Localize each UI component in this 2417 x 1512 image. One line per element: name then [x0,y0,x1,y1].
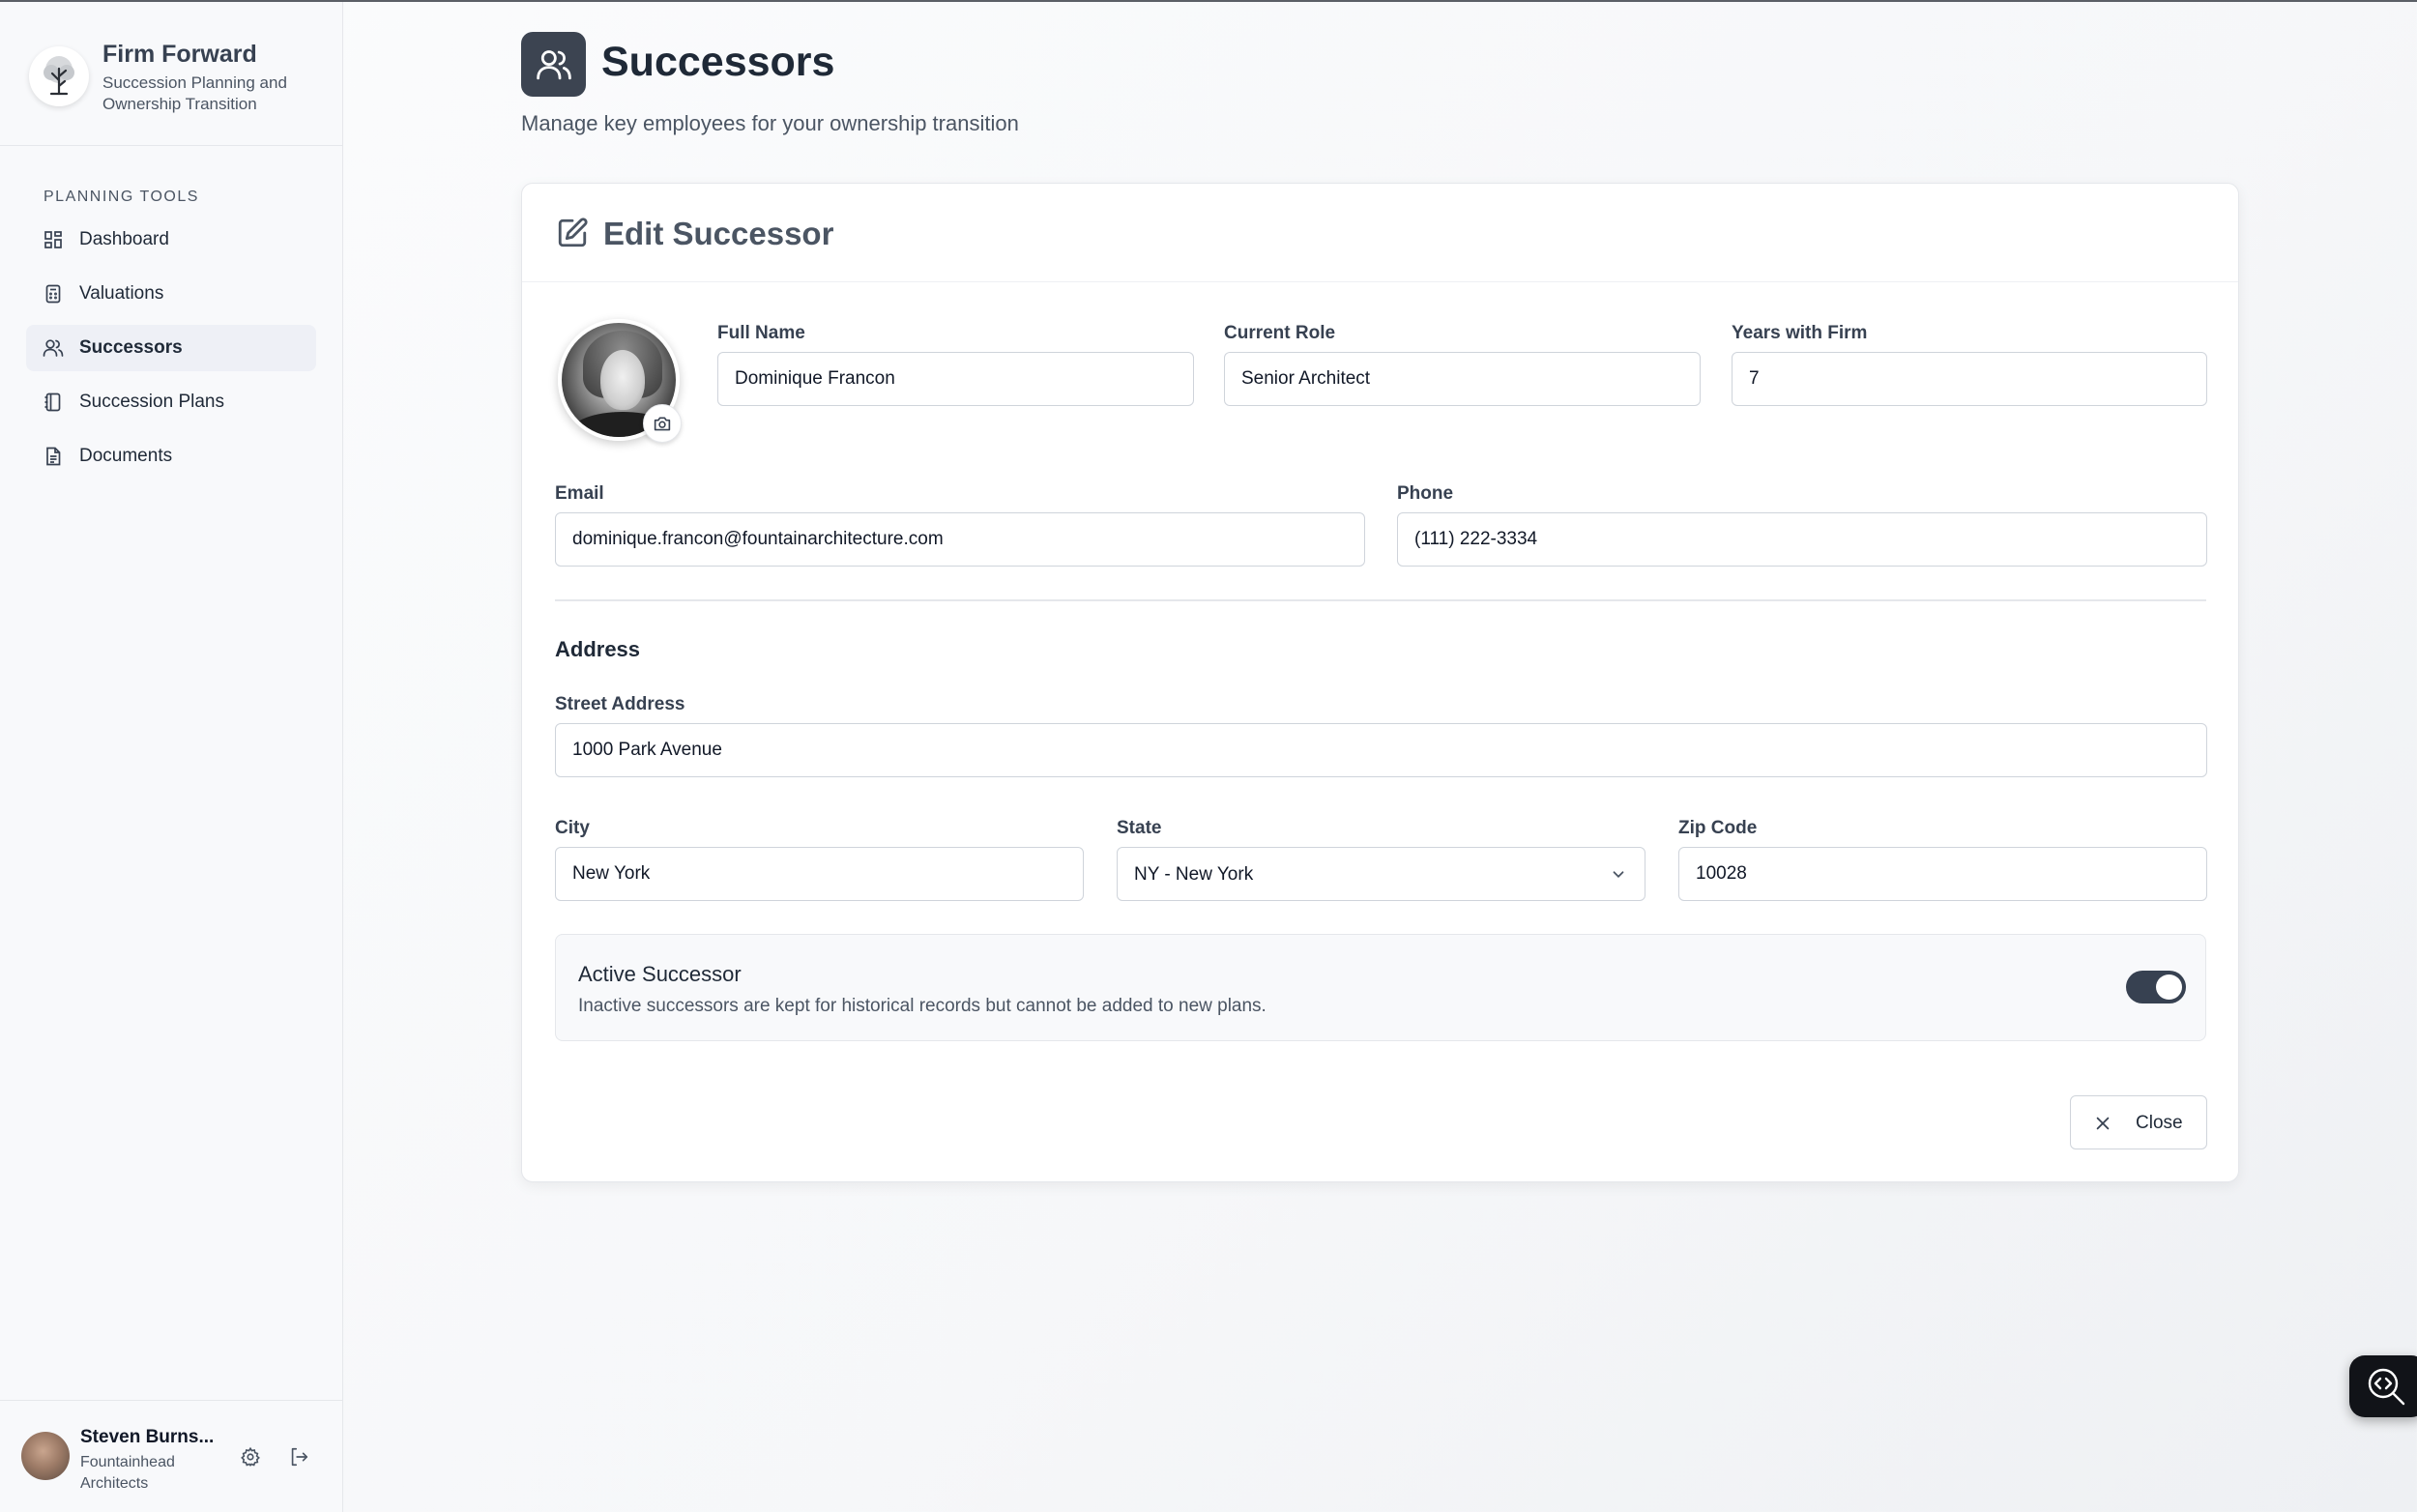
sidebar-item-documents[interactable]: Documents [26,433,316,480]
active-successor-toggle[interactable] [2126,971,2186,1003]
gear-icon[interactable] [238,1444,263,1469]
card-header: Edit Successor [522,184,2238,282]
active-successor-panel: Active Successor Inactive successors are… [555,934,2206,1041]
section-divider [555,599,2206,601]
toggle-knob [2156,974,2182,1000]
window-top-border [0,0,2417,2]
brand: Firm Forward Succession Planning and Own… [29,41,329,118]
street-address-label: Street Address [555,694,685,714]
address-section-title: Address [555,637,641,661]
active-successor-description: Inactive successors are kept for histori… [578,996,1267,1016]
state-label: State [1117,818,1162,838]
user-org: Fountainhead Architects [80,1454,175,1492]
city-label: City [555,818,590,838]
state-select[interactable]: NY - New York [1117,847,1645,901]
card-title: Edit Successor [603,216,834,251]
sidebar-item-label: Valuations [79,283,164,304]
page-title: Successors [601,39,835,85]
active-successor-title: Active Successor [578,962,742,986]
sidebar-item-succession-plans[interactable]: Succession Plans [26,379,316,425]
calculator-icon [43,283,64,305]
years-with-firm-label: Years with Firm [1732,323,1868,343]
years-with-firm-input[interactable] [1732,352,2207,406]
sidebar-item-label: Dashboard [79,229,169,249]
user-name: Steven Burns... [80,1427,215,1447]
email-field[interactable] [555,512,1365,567]
sidebar-divider [0,145,343,146]
full-name-label: Full Name [717,323,805,343]
user-profile: Steven Burns... Fountainhead Architects [21,1423,331,1493]
close-icon [2096,1117,2110,1130]
sidebar-item-valuations[interactable]: Valuations [26,271,316,317]
edit-successor-card: Edit Successor Full Name Current Role Ye… [521,183,2239,1182]
email-label: Email [555,483,604,504]
brand-name: Firm Forward [102,41,257,68]
sidebar-nav: Dashboard Valuations Successors Successi… [26,217,316,487]
sidebar-item-label: Documents [79,446,173,466]
logout-icon[interactable] [286,1444,311,1469]
avatar[interactable] [21,1432,70,1480]
chevron-down-icon [1613,871,1624,878]
users-icon [521,32,586,97]
section-label-planning-tools: PLANNING TOOLS [44,189,199,205]
code-search-icon[interactable] [2349,1355,2417,1417]
state-select-value: NY - New York [1134,864,1254,885]
zip-code-input[interactable] [1678,847,2207,901]
sidebar-item-label: Successors [79,337,183,358]
users-icon [43,337,64,359]
dashboard-grid-icon [43,229,64,250]
close-button-label: Close [2136,1113,2183,1133]
full-name-input[interactable] [717,352,1194,406]
current-role-label: Current Role [1224,323,1336,343]
zip-code-label: Zip Code [1678,818,1758,838]
sidebar: Firm Forward Succession Planning and Own… [0,2,343,1512]
sidebar-footer-divider [0,1400,343,1401]
phone-label: Phone [1397,483,1454,504]
sidebar-item-label: Succession Plans [79,392,224,412]
brand-tagline: Succession Planning and Ownership Transi… [102,73,287,113]
notebook-icon [43,392,64,413]
page-subtitle: Manage key employees for your ownership … [521,111,1019,135]
current-role-input[interactable] [1224,352,1701,406]
document-icon [43,446,64,467]
street-address-input[interactable] [555,723,2207,777]
sidebar-item-successors[interactable]: Successors [26,325,316,371]
camera-icon[interactable] [643,404,682,443]
city-input[interactable] [555,847,1084,901]
tree-icon [29,46,89,106]
phone-field[interactable] [1397,512,2207,567]
close-button[interactable]: Close [2070,1095,2207,1149]
sidebar-item-dashboard[interactable]: Dashboard [26,217,316,263]
edit-icon [558,218,588,247]
